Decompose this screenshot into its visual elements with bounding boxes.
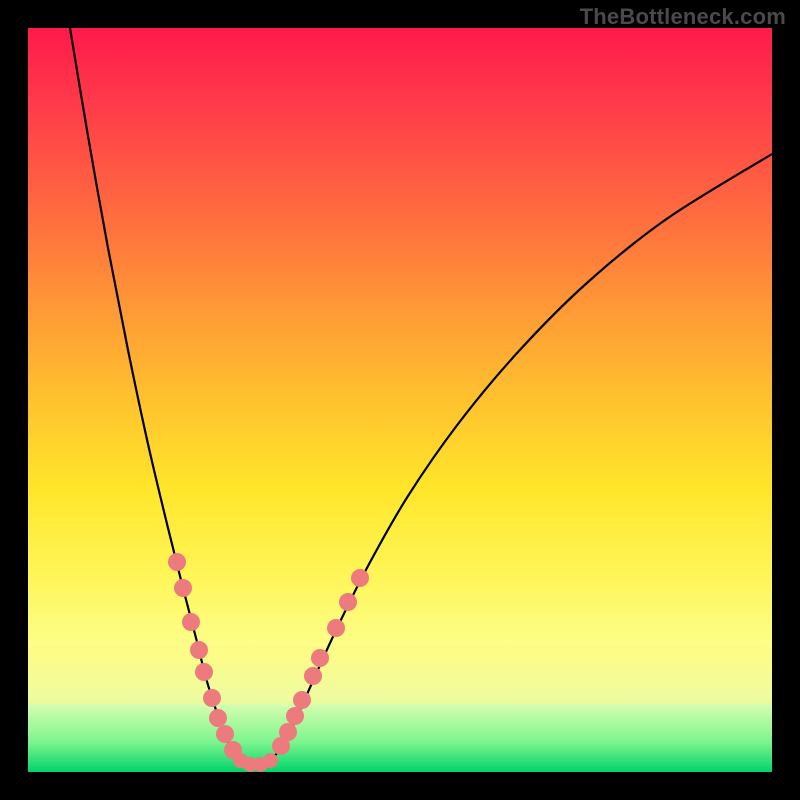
data-marker [174, 579, 192, 597]
data-marker [304, 667, 322, 685]
bottleneck-curve [28, 28, 772, 772]
data-marker [327, 619, 345, 637]
data-marker [351, 569, 369, 587]
data-marker [286, 707, 304, 725]
chart-frame: TheBottleneck.com [0, 0, 800, 800]
data-marker [190, 641, 208, 659]
data-marker [182, 613, 200, 631]
plot-area [28, 28, 772, 772]
watermark-text: TheBottleneck.com [580, 4, 786, 30]
data-marker [311, 649, 329, 667]
data-marker [168, 553, 186, 571]
data-marker [203, 689, 221, 707]
data-marker [195, 663, 213, 681]
data-marker [263, 753, 278, 768]
data-marker [279, 723, 297, 741]
data-marker [293, 691, 311, 709]
data-marker [339, 593, 357, 611]
